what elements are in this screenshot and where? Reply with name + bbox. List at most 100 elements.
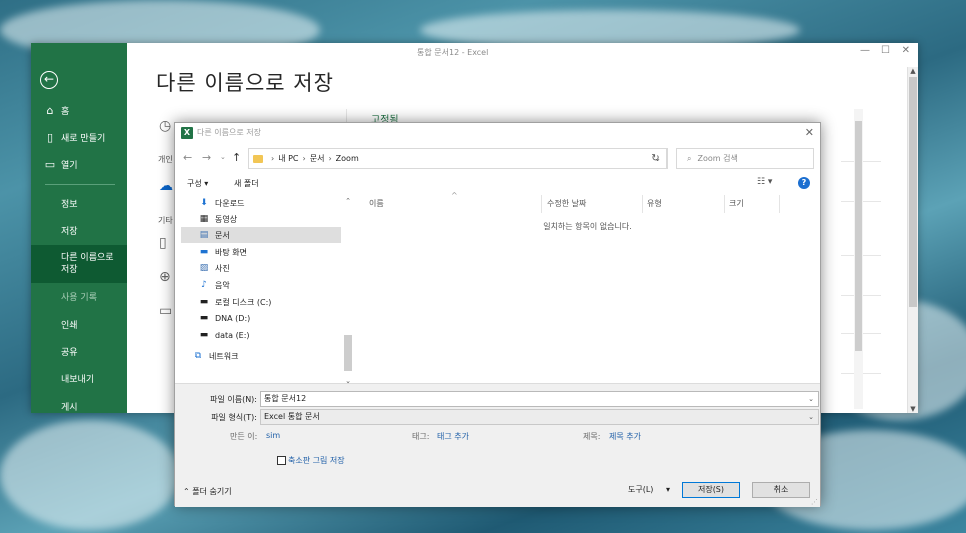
hide-folders-toggle[interactable]: ⌃ 폴더 숨기기	[183, 486, 232, 497]
maximize-icon[interactable]: ☐	[881, 45, 890, 56]
tags-value[interactable]: 태그 추가	[437, 431, 469, 442]
network-icon: ⧉	[194, 351, 202, 361]
chevron-down-icon[interactable]: ⌄	[808, 410, 814, 424]
address-bar[interactable]: › 내 PC › 문서 › Zoom ⌄	[248, 148, 668, 169]
scroll-down-icon[interactable]: ▼	[908, 405, 918, 413]
column-divider[interactable]	[642, 195, 643, 213]
tree-item-label: 동영상	[215, 214, 238, 224]
chevron-down-icon[interactable]: ⌄	[808, 392, 814, 406]
sidebar-item-home[interactable]: ⌂ 홈	[31, 97, 127, 123]
hide-folders-label: 폴더 숨기기	[192, 487, 232, 496]
recent-locations-icon[interactable]: ⌄	[220, 153, 226, 161]
window-scrollbar[interactable]: ▲ ▼	[907, 67, 918, 413]
column-header-size[interactable]: 크기	[729, 198, 744, 209]
back-icon[interactable]: ←	[183, 151, 192, 164]
empty-list-message: 일치하는 항목이 없습니다.	[543, 222, 632, 231]
dialog-toolbar: 구성 ▾ 새 폴더 ☷ ▾ ?	[175, 173, 820, 195]
scrollbar-thumb[interactable]	[344, 335, 352, 371]
file-type-select[interactable]: Excel 통합 문서 ⌄	[260, 409, 819, 425]
tree-item-label: 문서	[215, 230, 230, 240]
tools-menu[interactable]: 도구(L) ▾	[628, 484, 670, 495]
sidebar-item-label: 저장	[61, 226, 78, 237]
save-button[interactable]: 저장(S)	[682, 482, 740, 498]
drive-icon: ▬	[199, 330, 209, 340]
tree-item-label: 로컬 디스크 (C:)	[215, 297, 272, 307]
sidebar-item-share[interactable]: 공유	[31, 338, 127, 364]
column-divider[interactable]	[541, 195, 542, 213]
sidebar-item-history[interactable]: 사용 기록	[31, 283, 127, 309]
sidebar-item-info[interactable]: 정보	[31, 190, 127, 216]
forward-icon[interactable]: →	[202, 151, 211, 164]
minimize-icon[interactable]: —	[860, 45, 870, 56]
column-header-row: ^ 이름 수정한 날짜 유형 크기	[355, 191, 820, 213]
onedrive-icon[interactable]: ☁	[159, 178, 173, 194]
help-icon[interactable]: ?	[798, 177, 810, 189]
scrollbar-thumb[interactable]	[855, 121, 862, 351]
pinned-scrollbar[interactable]	[854, 109, 863, 409]
view-options-icon[interactable]: ☷ ▾	[757, 177, 772, 187]
tree-item-music[interactable]: ♪ 음악	[181, 277, 341, 293]
sidebar-item-new[interactable]: ▯ 새로 만들기	[31, 124, 127, 150]
cancel-button[interactable]: 취소	[752, 482, 810, 498]
personal-section-label: 개인	[158, 155, 173, 164]
tree-item-drive-c[interactable]: ▬ 로컬 디스크 (C:)	[181, 294, 341, 310]
add-place-icon[interactable]: ⊕	[159, 269, 171, 285]
organize-button[interactable]: 구성 ▾	[187, 178, 208, 189]
page-title: 다른 이름으로 저장	[156, 71, 334, 95]
excel-logo-icon: X	[181, 127, 193, 139]
tree-item-network[interactable]: ⧉ 네트워크	[181, 348, 341, 364]
tree-item-videos[interactable]: ▦ 동영상	[181, 211, 341, 227]
sidebar-item-publish[interactable]: 게시	[31, 393, 127, 413]
refresh-icon[interactable]: ↻	[645, 148, 667, 169]
column-divider[interactable]	[779, 195, 780, 213]
back-arrow-icon[interactable]: ←	[40, 71, 58, 89]
music-icon: ♪	[201, 280, 207, 290]
new-folder-button[interactable]: 새 폴더	[234, 178, 259, 189]
save-thumbnail-checkbox[interactable]: 축소판 그림 저장	[277, 455, 345, 466]
authors-value[interactable]: sim	[266, 431, 280, 440]
close-icon[interactable]: ✕	[805, 123, 814, 143]
scroll-up-icon[interactable]: ⌃	[343, 197, 353, 205]
chevron-up-icon: ⌃	[183, 487, 193, 496]
sidebar-item-export[interactable]: 내보내기	[31, 365, 127, 391]
title-value[interactable]: 제목 추가	[609, 431, 641, 442]
this-pc-icon[interactable]: ▯	[159, 235, 167, 251]
other-section-label: 기타	[158, 216, 173, 225]
scroll-up-icon[interactable]: ▲	[908, 67, 918, 75]
tree-item-drive-d[interactable]: ▬ DNA (D:)	[181, 310, 341, 326]
tree-item-label: data (E:)	[215, 330, 250, 340]
sidebar-item-open[interactable]: ▭ 열기	[31, 151, 127, 177]
column-header-type[interactable]: 유형	[647, 198, 662, 209]
column-header-modified[interactable]: 수정한 날짜	[547, 198, 586, 209]
breadcrumb[interactable]: 내 PC	[278, 153, 298, 164]
excel-backstage-sidebar: ← ⌂ 홈 ▯ 새로 만들기 ▭ 열기 정보 저장 다른 이름으로 저장 사용 …	[31, 43, 127, 413]
sidebar-item-print[interactable]: 인쇄	[31, 311, 127, 337]
desktop-icon: ▬	[199, 247, 209, 257]
close-icon[interactable]: ✕	[902, 45, 910, 56]
checkbox-box[interactable]	[277, 456, 286, 465]
sidebar-item-save[interactable]: 저장	[31, 217, 127, 243]
breadcrumb[interactable]: 문서	[310, 153, 325, 164]
sidebar-divider	[45, 184, 115, 185]
breadcrumb[interactable]: Zoom	[336, 154, 359, 163]
tree-item-documents[interactable]: ▤ 문서	[181, 227, 341, 243]
tree-item-downloads[interactable]: ⬇ 다운로드	[181, 195, 341, 211]
sidebar-item-save-as[interactable]: 다른 이름으로 저장	[31, 245, 127, 283]
tags-label: 태그:	[412, 432, 430, 441]
search-input[interactable]: ⌕ Zoom 검색	[676, 148, 814, 169]
tree-item-desktop[interactable]: ▬ 바탕 화면	[181, 244, 341, 260]
tree-item-pictures[interactable]: ▨ 사진	[181, 260, 341, 276]
column-header-name[interactable]: 이름	[369, 198, 384, 209]
browse-folder-icon[interactable]: ▭	[159, 303, 172, 319]
file-type-label: 파일 형식(T):	[211, 413, 257, 422]
up-icon[interactable]: ↑	[232, 151, 241, 164]
tree-scrollbar[interactable]: ⌃ ⌄	[343, 195, 353, 385]
sidebar-item-label: 공유	[61, 347, 78, 358]
file-type-value: Excel 통합 문서	[264, 412, 320, 421]
file-name-input[interactable]: 통합 문서12 ⌄	[260, 391, 819, 407]
column-divider[interactable]	[724, 195, 725, 213]
sidebar-item-label: 홈	[61, 106, 70, 117]
tree-item-drive-e[interactable]: ▬ data (E:)	[181, 327, 341, 343]
scrollbar-thumb[interactable]	[909, 77, 917, 307]
resize-grip-icon[interactable]: ⋰	[811, 498, 818, 506]
